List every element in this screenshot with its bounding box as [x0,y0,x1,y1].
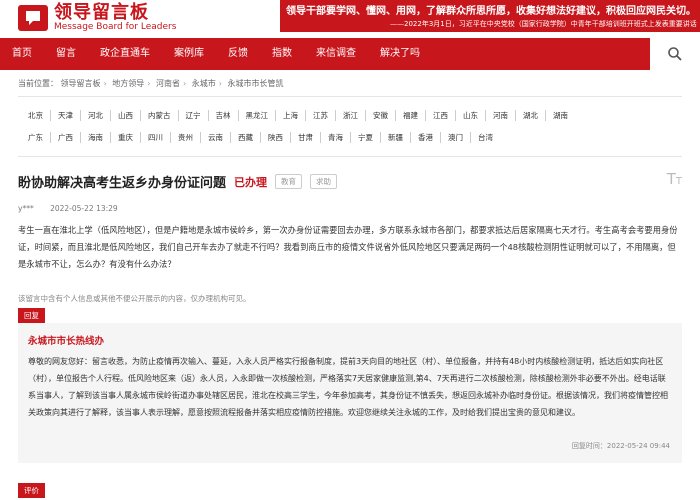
main-nav: 首页 留言 政企直通车 案例库 反馈 指数 来信调查 解决了吗 [0,38,700,70]
reply-org: 永城市市长热线办 [28,336,105,347]
nav-survey[interactable]: 来信调查 [304,38,368,70]
reply-box: 永城市市长热线办 尊敬的网友您好：留言收悉，为防止疫情再次输入、蔓延，入永人员严… [18,323,682,463]
search-button[interactable] [650,38,700,70]
region-link[interactable]: 云南 [200,131,230,143]
banner-quote: 领导干部要学网、懂网、用网，了解群众所思所愿，收集好想法好建议，积极回应网民关切… [286,6,696,17]
breadcrumb-item[interactable]: 永城市市长管凯 [228,79,284,88]
message-title: 盼协助解决高考生返乡办身份证问题 [18,176,227,191]
region-link[interactable]: 四川 [140,131,170,143]
logo-icon [18,5,48,32]
region-link[interactable]: 重庆 [110,131,140,143]
region-link[interactable]: 湖南 [545,109,575,121]
banner-source: ——2022年3月1日，习近平在中央党校（国家行政学院）中青年干部培训班开班式上… [390,20,697,28]
nav-cases[interactable]: 案例库 [162,38,216,70]
region-link[interactable]: 新疆 [380,131,410,143]
region-link[interactable]: 内蒙古 [140,109,178,121]
region-link[interactable]: 甘肃 [290,131,320,143]
region-link[interactable]: 青海 [320,131,350,143]
nav-index[interactable]: 指数 [260,38,304,70]
breadcrumb-item[interactable]: 永城市 [192,79,216,88]
post-time: 2022-05-22 13:29 [50,204,118,213]
region-link[interactable]: 上海 [275,109,305,121]
region-link[interactable]: 黑龙江 [237,109,276,121]
search-icon [668,47,682,61]
region-link[interactable]: 河南 [485,109,515,121]
nav-enterprise[interactable]: 政企直通车 [88,38,162,70]
breadcrumb: 当前位置： 领导留言板 › 地方领导 › 河南省 › 永城市 › 永城市市长管凯 [18,79,284,88]
region-link[interactable]: 宁夏 [350,131,380,143]
site-logo[interactable]: 领导留言板 Message Board for Leaders [18,2,177,32]
region-link[interactable]: 北京 [18,110,50,121]
nav-solved[interactable]: 解决了吗 [368,38,432,70]
region-link[interactable]: 广西 [50,131,80,143]
nav-message[interactable]: 留言 [44,38,88,70]
reply-body: 尊敬的网友您好：留言收悉，为防止疫情再次输入、蔓延，入永人员严格实行报备制度，提… [28,357,668,417]
logo-subtitle: Message Board for Leaders [54,21,177,32]
region-link[interactable]: 河北 [80,109,110,121]
header: 领导留言板 Message Board for Leaders 领导干部要学网、… [0,0,700,38]
tag-education[interactable]: 教育 [275,174,303,189]
region-link[interactable]: 海南 [80,131,110,143]
region-link[interactable]: 安徽 [365,109,395,121]
region-link[interactable]: 山东 [455,109,485,121]
region-link[interactable]: 香港 [410,131,440,143]
nav-home[interactable]: 首页 [0,38,44,70]
evaluation-label: 评价 [18,483,45,498]
breadcrumb-item[interactable]: 地方领导 [112,79,144,88]
region-row: 北京 天津 河北 山西 内蒙古 辽宁 吉林 黑龙江 上海 江苏 浙江 安徽 福建 江西 山东 河南 湖北 湖南 [18,104,682,126]
region-selector: 北京 天津 河北 山西 内蒙古 辽宁 吉林 黑龙江 上海 江苏 浙江 安徽 福建 江西 山东 河南 湖北 湖南 广… [18,104,682,148]
tag-help[interactable]: 求助 [310,174,338,189]
status-badge: 已办理 [234,175,268,189]
region-link[interactable]: 台湾 [470,131,500,143]
message-header: 盼协助解决高考生返乡办身份证问题 已办理 教育 求助 [18,172,338,191]
nav-feedback[interactable]: 反馈 [216,38,260,70]
message-meta: y*** 2022-05-22 13:29 [18,204,118,213]
region-link[interactable]: 西藏 [230,131,260,143]
region-link[interactable]: 江苏 [305,109,335,121]
region-link[interactable]: 湖北 [515,109,545,121]
evaluation-label-text: 评价 [18,483,45,498]
breadcrumb-prefix: 当前位置： [18,79,58,88]
author: y*** [18,204,34,213]
divider [18,96,682,97]
quote-banner: 领导干部要学网、懂网、用网，了解群众所思所愿，收集好想法好建议，积极回应网民关切… [280,0,700,32]
region-link[interactable]: 澳门 [440,131,470,143]
logo-title: 领导留言板 [54,2,149,23]
region-link[interactable]: 江西 [425,109,455,121]
region-link[interactable]: 天津 [50,109,80,121]
breadcrumb-item[interactable]: 领导留言板 [61,79,101,88]
divider [18,156,682,157]
reply-label-text: 回复 [18,308,45,323]
font-size-icon[interactable]: TT [667,170,682,188]
message-body: 考生一直在淮北上学（低风险地区），但是户籍地是永城市侯岭乡，第一次办身份证需要回… [18,225,678,269]
breadcrumb-item[interactable]: 河南省 [156,79,180,88]
region-link[interactable]: 广东 [18,132,50,143]
region-link[interactable]: 浙江 [335,109,365,121]
privacy-notice: 该留言中含有个人信息或其他不便公开展示的内容，仅办理机构可见。 [18,294,251,303]
region-row: 广东 广西 海南 重庆 四川 贵州 云南 西藏 陕西 甘肃 青海 宁夏 新疆 香港 澳门 台湾 [18,126,682,148]
region-link[interactable]: 吉林 [207,109,238,121]
region-link[interactable]: 贵州 [170,131,200,143]
region-link[interactable]: 山西 [110,109,140,121]
reply-time: 回复时间：2022-05-24 09:44 [571,442,670,450]
region-link[interactable]: 陕西 [260,131,290,143]
region-link[interactable]: 辽宁 [177,109,208,121]
region-link[interactable]: 福建 [395,109,425,121]
reply-label: 回复 [18,308,45,323]
